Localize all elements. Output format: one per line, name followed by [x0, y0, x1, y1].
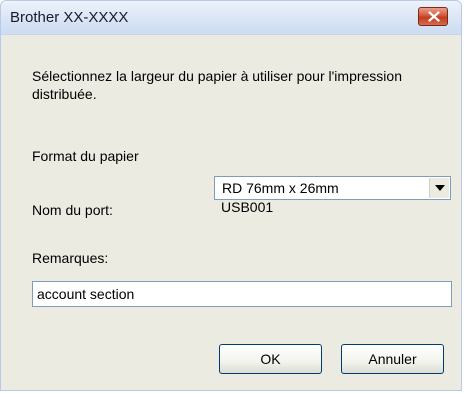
- title-bar[interactable]: Brother XX-XXXX: [1, 1, 461, 35]
- cancel-button[interactable]: Annuler: [341, 344, 444, 374]
- dialog-body: Sélectionnez la largeur du papier à util…: [1, 35, 461, 390]
- close-button[interactable]: [418, 7, 448, 26]
- port-value: USB001: [221, 199, 274, 215]
- dialog-window: Brother XX-XXXX Sélectionnez la largeur …: [0, 0, 462, 391]
- ok-button[interactable]: OK: [219, 344, 322, 374]
- port-label: Nom du port:: [32, 202, 113, 218]
- paper-format-label: Format du papier: [32, 148, 139, 164]
- paper-format-dropdown[interactable]: RD 76mm x 26mm: [214, 176, 451, 200]
- close-icon: [428, 11, 440, 22]
- chevron-down-icon: [435, 185, 445, 191]
- remarks-label: Remarques:: [32, 250, 109, 266]
- dropdown-arrow-button[interactable]: [429, 178, 449, 198]
- window-title: Brother XX-XXXX: [10, 9, 129, 26]
- remarks-input[interactable]: [32, 281, 452, 307]
- instruction-text: Sélectionnez la largeur du papier à util…: [32, 68, 402, 102]
- paper-format-value: RD 76mm x 26mm: [222, 180, 339, 196]
